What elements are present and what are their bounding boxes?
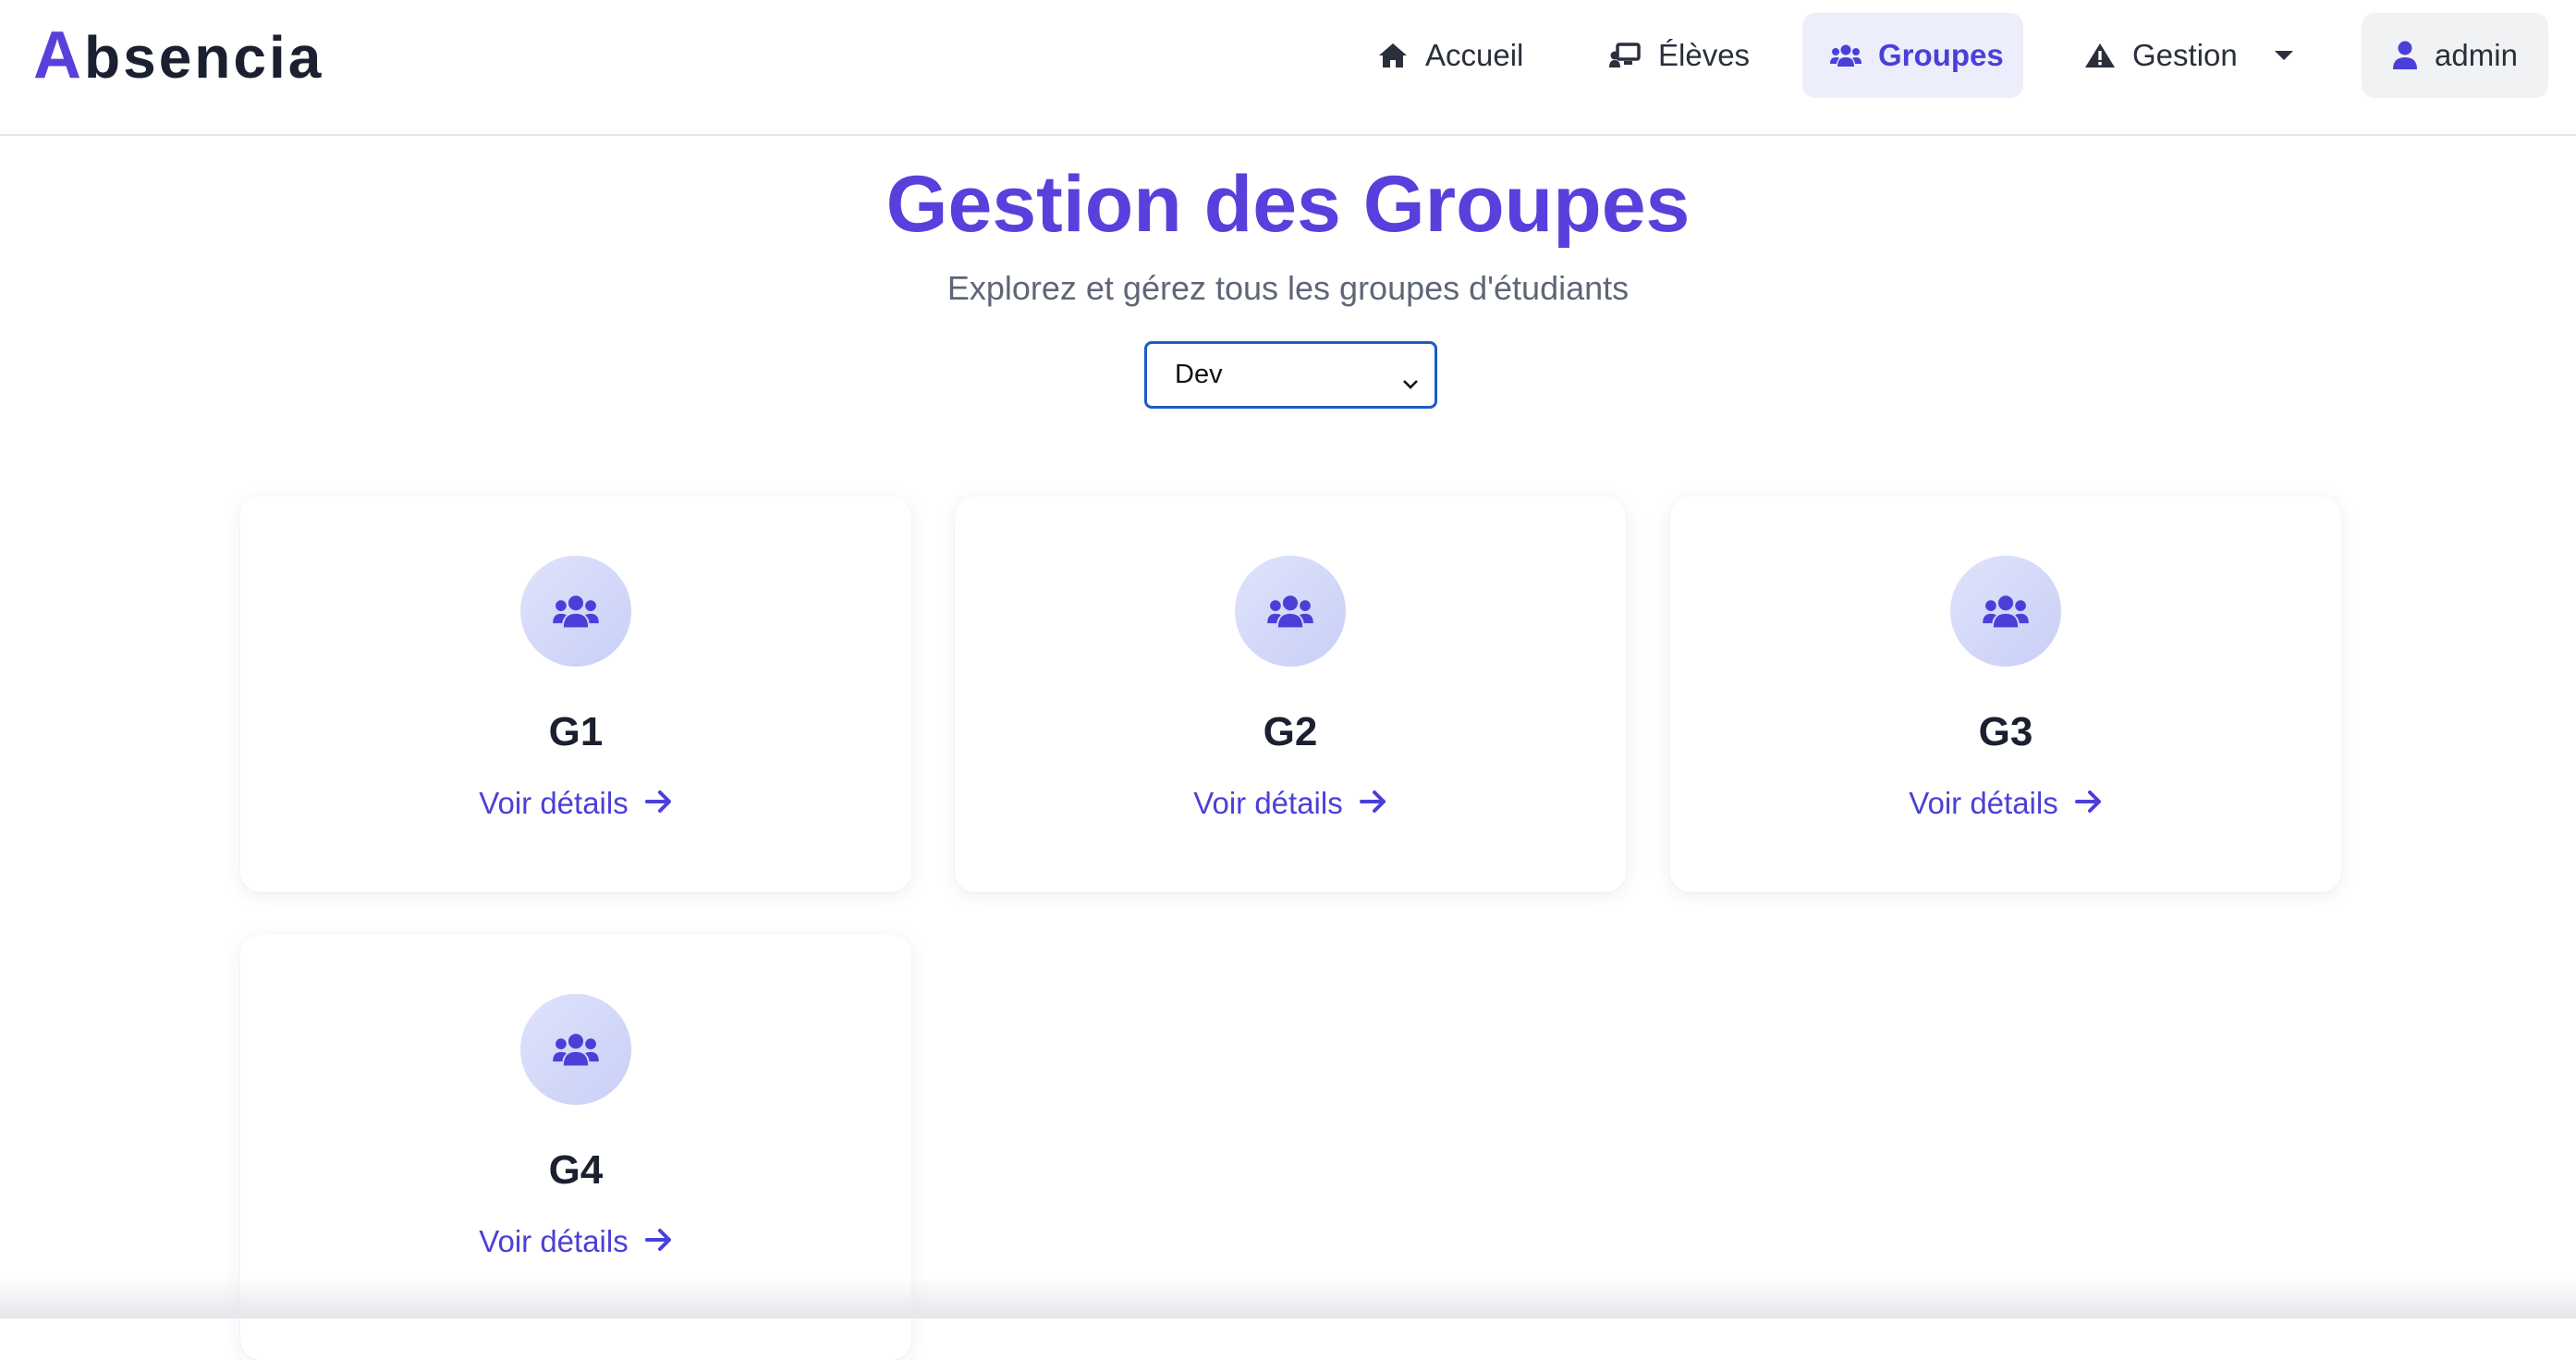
voir-details-link[interactable]: Voir détails	[1670, 785, 2341, 822]
page-title: Gestion des Groupes	[885, 160, 1691, 249]
nav-groupes-label: Groupes	[1878, 38, 2004, 72]
arrow-right-icon	[1359, 785, 1387, 822]
voir-details-label: Voir détails	[1909, 786, 2058, 820]
filiere-select-value: Dev	[1175, 360, 1223, 389]
arrow-right-icon	[644, 785, 673, 822]
group-name: G3	[1978, 709, 2033, 754]
users-icon	[1950, 556, 2061, 667]
nav-eleves-label: Élèves	[1658, 38, 1751, 72]
arrow-right-icon	[644, 1223, 673, 1260]
group-card: G1 Voir détails	[240, 496, 911, 892]
chevron-down-icon	[2274, 51, 2293, 60]
voir-details-label: Voir détails	[1193, 786, 1343, 820]
user-name-label: admin	[2435, 38, 2518, 72]
nav-gestion-dropdown[interactable]: Gestion	[2057, 13, 2321, 98]
users-icon	[1235, 556, 1346, 667]
voir-details-link[interactable]: Voir détails	[240, 785, 911, 822]
users-icon	[520, 556, 631, 667]
group-card: G2 Voir détails	[955, 496, 1626, 892]
group-name: G4	[548, 1147, 604, 1193]
voir-details-link[interactable]: Voir détails	[240, 1223, 911, 1260]
navbar: Absencia Accueil Élèves Groupes Gestion …	[0, 0, 2576, 136]
group-card: G3 Voir détails	[1670, 496, 2341, 892]
warning-icon	[2084, 42, 2116, 69]
group-card: G4 Voir détails	[240, 935, 911, 1360]
voir-details-label: Voir détails	[479, 1224, 629, 1258]
brand-name: bsencia	[84, 24, 324, 91]
nav-groupes[interactable]: Groupes	[1802, 13, 2023, 98]
nav-accueil[interactable]: Accueil	[1349, 13, 1551, 98]
voir-details-link[interactable]: Voir détails	[955, 785, 1626, 822]
user-menu-button[interactable]: admin	[2362, 13, 2548, 98]
home-icon	[1377, 42, 1409, 69]
chevron-down-icon	[1401, 368, 1420, 398]
brand-logo[interactable]: Absencia	[33, 20, 324, 92]
group-name: G1	[548, 709, 604, 754]
voir-details-label: Voir détails	[479, 786, 629, 820]
brand-first-letter: A	[33, 18, 84, 92]
page-subtitle: Explorez et gérez tous les groupes d'étu…	[946, 269, 1630, 307]
arrow-right-icon	[2074, 785, 2103, 822]
nav-gestion-label: Gestion	[2132, 38, 2238, 72]
group-name: G2	[1263, 709, 1318, 754]
chalkboard-user-icon	[1608, 42, 1642, 69]
users-icon	[520, 994, 631, 1105]
users-icon	[1830, 43, 1862, 67]
filiere-select[interactable]: Dev	[1144, 341, 1437, 409]
user-icon	[2392, 41, 2418, 70]
nav-accueil-label: Accueil	[1425, 38, 1524, 72]
nav-eleves[interactable]: Élèves	[1581, 13, 1777, 98]
